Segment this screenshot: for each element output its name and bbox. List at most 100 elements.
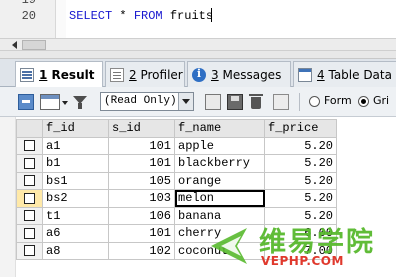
row-select-cell[interactable] <box>16 154 43 173</box>
column-header-s-id[interactable]: s_id <box>108 119 175 138</box>
table-row[interactable]: a6 101 cherry 6.00 <box>16 224 337 243</box>
row-checkbox[interactable] <box>24 245 35 257</box>
cell-f-price[interactable]: 5.20 <box>264 154 337 173</box>
row-select-cell[interactable] <box>16 189 43 208</box>
scrollbar-thumb[interactable] <box>22 40 46 50</box>
cancel-changes-icon[interactable] <box>273 94 289 110</box>
cell-f-id[interactable]: a1 <box>42 136 109 155</box>
result-mode-value: (Read Only) <box>104 95 177 107</box>
cell-f-name[interactable]: apple <box>174 136 265 155</box>
row-select-cell[interactable] <box>16 241 43 260</box>
grid-left-margin <box>0 117 16 277</box>
tab-result[interactable]: 1 Result <box>15 61 103 88</box>
tab-label: Table Data <box>328 67 392 82</box>
header-row: f_id s_id f_name f_price <box>16 119 337 138</box>
grid-options-icon[interactable] <box>40 94 60 110</box>
tab-messages[interactable]: 3 Messages <box>187 61 291 87</box>
cell-f-price[interactable]: 5.20 <box>264 171 337 190</box>
tab-number: 1 <box>39 68 48 82</box>
cell-s-id[interactable]: 106 <box>108 206 175 225</box>
row-select-cell[interactable] <box>16 171 43 190</box>
line-number-gutter: 19 20 <box>0 0 56 38</box>
result-tab-strip: 1 Result 2 Profiler 3 Messages 4 Table D… <box>0 59 396 88</box>
row-checkbox[interactable] <box>24 210 35 222</box>
sql-keyword: SELECT <box>69 9 113 23</box>
cell-f-price[interactable]: 7.00 <box>264 241 337 260</box>
tab-number: 2 <box>129 67 137 82</box>
row-checkbox[interactable] <box>24 192 35 204</box>
table-row[interactable]: bs1 105 orange 5.20 <box>16 171 337 190</box>
table-row[interactable]: a8 102 coconut 7.00 <box>16 241 337 260</box>
insert-row-icon[interactable] <box>205 94 221 110</box>
row-checkbox[interactable] <box>24 157 35 169</box>
row-checkbox[interactable] <box>24 175 35 187</box>
cell-f-id[interactable]: a8 <box>42 241 109 260</box>
table-row[interactable]: b1 101 blackberry 5.20 <box>16 154 337 173</box>
column-header-f-price[interactable]: f_price <box>264 119 337 138</box>
select-all-header[interactable] <box>16 119 43 138</box>
table-row[interactable]: a1 101 apple 5.20 <box>16 136 337 155</box>
form-view-radio[interactable] <box>309 96 320 107</box>
sql-token: fruits <box>162 9 214 23</box>
cell-f-price[interactable]: 5.20 <box>264 189 337 208</box>
cell-s-id[interactable]: 101 <box>108 136 175 155</box>
row-checkbox[interactable] <box>24 140 35 152</box>
chevron-down-icon[interactable] <box>62 101 68 105</box>
cell-s-id[interactable]: 105 <box>108 171 175 190</box>
column-header-f-name[interactable]: f_name <box>174 119 265 138</box>
sql-keyword: FROM <box>133 9 163 23</box>
fold-margin <box>56 0 66 38</box>
column-header-f-id[interactable]: f_id <box>42 119 109 138</box>
scroll-left-arrow-icon[interactable] <box>10 40 20 50</box>
grid-view-radio[interactable] <box>358 96 369 107</box>
pane-splitter[interactable] <box>0 51 396 59</box>
cell-f-name[interactable]: orange <box>174 171 265 190</box>
result-grid-area: f_id s_id f_name f_price a1 101 apple 5.20 b… <box>0 117 396 277</box>
tab-profiler[interactable]: 2 Profiler <box>105 61 185 87</box>
save-icon[interactable] <box>227 94 243 110</box>
tab-number: 4 <box>317 67 325 82</box>
cell-f-name[interactable]: cherry <box>174 224 265 243</box>
cell-f-name[interactable]: melon <box>174 189 265 208</box>
toolbar-divider <box>299 93 300 111</box>
cell-f-price[interactable]: 5.20 <box>264 206 337 225</box>
cell-s-id[interactable]: 101 <box>108 154 175 173</box>
form-view-label: Form <box>324 94 352 107</box>
row-select-cell[interactable] <box>16 136 43 155</box>
cell-s-id[interactable]: 101 <box>108 224 175 243</box>
cell-s-id[interactable]: 103 <box>108 189 175 208</box>
line-number: 20 <box>21 9 36 23</box>
row-select-cell[interactable] <box>16 206 43 225</box>
text-caret <box>211 8 212 22</box>
line-number: 19 <box>21 0 36 7</box>
cell-f-name[interactable]: coconut <box>174 241 265 260</box>
cell-f-id[interactable]: bs1 <box>42 171 109 190</box>
cell-f-id[interactable]: a6 <box>42 224 109 243</box>
row-checkbox[interactable] <box>24 227 35 239</box>
cell-f-price[interactable]: 5.20 <box>264 136 337 155</box>
export-icon[interactable] <box>18 94 34 110</box>
cell-f-id[interactable]: bs2 <box>42 189 109 208</box>
filter-icon[interactable] <box>72 94 88 110</box>
info-icon <box>192 67 206 82</box>
grid-view-label: Gri <box>373 94 390 107</box>
result-mode-select[interactable]: (Read Only) <box>100 92 194 111</box>
table-row[interactable]: t1 106 banana 5.20 <box>16 206 337 225</box>
tab-number: 3 <box>211 67 219 82</box>
row-select-cell[interactable] <box>16 224 43 243</box>
tab-table-data[interactable]: 4 Table Data <box>293 61 396 87</box>
cell-f-name[interactable]: blackberry <box>174 154 265 173</box>
cell-f-id[interactable]: t1 <box>42 206 109 225</box>
cell-f-price[interactable]: 6.00 <box>264 224 337 243</box>
cell-f-id[interactable]: b1 <box>42 154 109 173</box>
table-row[interactable]: bs2 103 melon 5.20 <box>16 189 337 208</box>
cell-f-name[interactable]: banana <box>174 206 265 225</box>
cell-s-id[interactable]: 102 <box>108 241 175 260</box>
code-line[interactable]: SELECT * FROM fruits <box>69 9 213 23</box>
sql-token: * <box>112 9 134 23</box>
result-grid: f_id s_id f_name f_price a1 101 apple 5.20 b… <box>16 119 337 260</box>
delete-icon[interactable] <box>249 94 265 110</box>
dropdown-arrow-icon[interactable] <box>178 93 193 110</box>
table-icon <box>298 67 312 82</box>
horizontal-scrollbar[interactable] <box>0 38 396 51</box>
